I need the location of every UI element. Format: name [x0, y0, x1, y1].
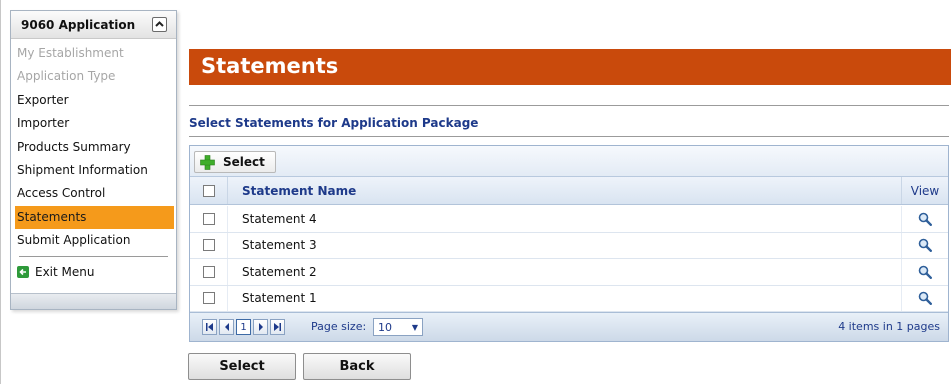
section-title: Select Statements for Application Packag… — [189, 116, 479, 130]
row-check-cell — [190, 206, 228, 232]
plus-icon — [200, 154, 215, 170]
collapse-button[interactable] — [152, 17, 167, 32]
section-divider-top — [189, 105, 949, 106]
next-page-button[interactable] — [253, 319, 268, 335]
statement-name-cell: Statement 2 — [228, 259, 902, 285]
magnifier-icon[interactable] — [918, 238, 932, 253]
column-header-statement-name[interactable]: Statement Name — [228, 177, 902, 204]
exit-menu-label: Exit Menu — [35, 264, 95, 279]
menu-item: Application Type — [17, 69, 116, 84]
row-checkbox[interactable] — [202, 265, 215, 278]
row-checkbox[interactable] — [202, 292, 215, 305]
row-check-cell — [190, 259, 228, 285]
last-page-button[interactable] — [270, 319, 285, 335]
menu-item[interactable]: Exporter — [11, 89, 176, 112]
toolbar-select-label: Select — [223, 155, 265, 169]
first-page-button[interactable] — [202, 319, 217, 335]
view-cell — [902, 233, 948, 259]
select-all-checkbox[interactable] — [202, 184, 215, 197]
column-header-view: View — [910, 183, 940, 198]
page-size-value: 10 — [378, 320, 392, 334]
magnifier-icon[interactable] — [918, 212, 932, 226]
view-cell — [902, 206, 948, 232]
table-row[interactable]: Statement 1 — [190, 285, 948, 312]
menu-item: My Establishment — [17, 46, 124, 60]
window-left-border — [0, 0, 1, 384]
grid-pager: 1 Page size: 10 ▼ 4 items in 1 pages — [190, 312, 948, 341]
table-row[interactable]: Statement 2 — [190, 259, 948, 286]
row-check-cell — [190, 285, 228, 311]
menu-item[interactable]: Products Summary — [11, 136, 176, 159]
menu-separator — [19, 255, 168, 257]
menu-footer — [11, 293, 176, 309]
menu-title: 9060 Application — [21, 18, 136, 32]
table-row[interactable]: Statement 3 — [190, 232, 948, 259]
page-title: Statements — [189, 49, 951, 85]
pager-info: 4 items in 1 pages — [838, 320, 940, 333]
menu-header: 9060 Application — [11, 11, 176, 39]
prev-page-icon — [224, 323, 229, 331]
menu-items: My Establishment Application Type Exporter… — [11, 42, 176, 283]
row-check-cell — [190, 232, 228, 258]
table-row[interactable]: Statement 4 — [190, 206, 948, 233]
header-check-cell — [190, 177, 228, 204]
side-menu: 9060 Application My Establishment Applica… — [10, 10, 177, 310]
statements-grid: Select Statement Name View Statement 4 St… — [189, 145, 949, 342]
chevron-down-icon: ▼ — [411, 322, 419, 332]
menu-item[interactable]: Access Control — [11, 182, 176, 205]
row-checkbox[interactable] — [202, 239, 215, 252]
menu-item[interactable]: Shipment Information — [11, 159, 176, 182]
statement-name-cell: Statement 1 — [228, 285, 902, 311]
back-button[interactable]: Back — [303, 353, 411, 380]
magnifier-icon[interactable] — [918, 265, 932, 279]
pager-buttons: 1 — [202, 319, 285, 336]
menu-item[interactable]: Statements — [15, 205, 174, 230]
next-page-icon — [258, 323, 263, 331]
first-page-icon — [206, 323, 213, 331]
page-size-select[interactable]: 10 ▼ — [373, 318, 423, 336]
grid-header-row: Statement Name View — [190, 177, 948, 205]
current-page-number[interactable]: 1 — [236, 319, 251, 335]
section-divider-bottom — [189, 136, 949, 137]
toolbar-select-button[interactable]: Select — [194, 151, 276, 173]
exit-arrow-icon — [17, 265, 29, 278]
grid-toolbar: Select — [190, 146, 948, 177]
view-cell — [902, 259, 948, 285]
page-size-label: Page size: — [311, 320, 367, 333]
row-checkbox[interactable] — [202, 212, 215, 225]
magnifier-icon[interactable] — [918, 291, 932, 306]
select-button[interactable]: Select — [188, 353, 296, 380]
menu-item[interactable]: Importer — [11, 112, 176, 135]
exit-menu-item[interactable]: Exit Menu — [11, 261, 176, 283]
statement-name-cell: Statement 3 — [228, 232, 902, 258]
view-cell — [902, 286, 948, 312]
statement-name-cell: Statement 4 — [228, 206, 902, 232]
last-page-icon — [274, 323, 281, 331]
prev-page-button[interactable] — [219, 319, 234, 335]
chevron-up-icon — [155, 21, 164, 27]
menu-item[interactable]: Submit Application — [11, 229, 176, 252]
